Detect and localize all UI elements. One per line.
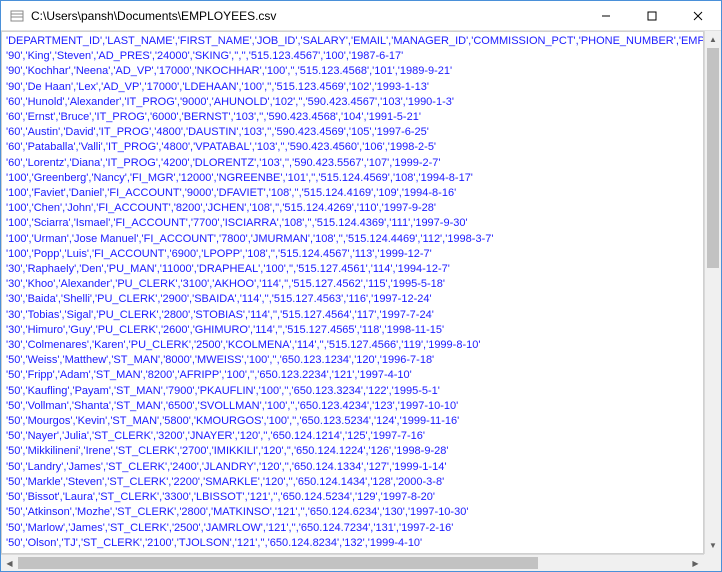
scroll-left-arrow-icon[interactable]: ◀ [1, 555, 18, 571]
window-titlebar: C:\Users\pansh\Documents\EMPLOYEES.csv [1, 1, 721, 31]
maximize-button[interactable] [629, 1, 675, 31]
scroll-down-arrow-icon[interactable]: ▼ [705, 537, 721, 554]
scroll-up-arrow-icon[interactable]: ▲ [705, 31, 721, 48]
vertical-scrollbar[interactable]: ▲ ▼ [704, 31, 721, 554]
content-area: 'DEPARTMENT_ID','LAST_NAME','FIRST_NAME'… [1, 31, 721, 571]
scroll-right-arrow-icon[interactable]: ▶ [687, 555, 704, 571]
window-controls [583, 1, 721, 31]
file-text-view[interactable]: 'DEPARTMENT_ID','LAST_NAME','FIRST_NAME'… [1, 31, 704, 554]
scrollbar-corner [704, 554, 721, 571]
minimize-button[interactable] [583, 1, 629, 31]
window-title: C:\Users\pansh\Documents\EMPLOYEES.csv [31, 9, 583, 23]
vertical-scroll-track[interactable] [705, 48, 721, 537]
vertical-scroll-thumb[interactable] [707, 48, 719, 268]
close-button[interactable] [675, 1, 721, 31]
horizontal-scroll-thumb[interactable] [18, 557, 538, 569]
app-icon [9, 8, 25, 24]
horizontal-scrollbar[interactable]: ◀ ▶ [1, 554, 704, 571]
